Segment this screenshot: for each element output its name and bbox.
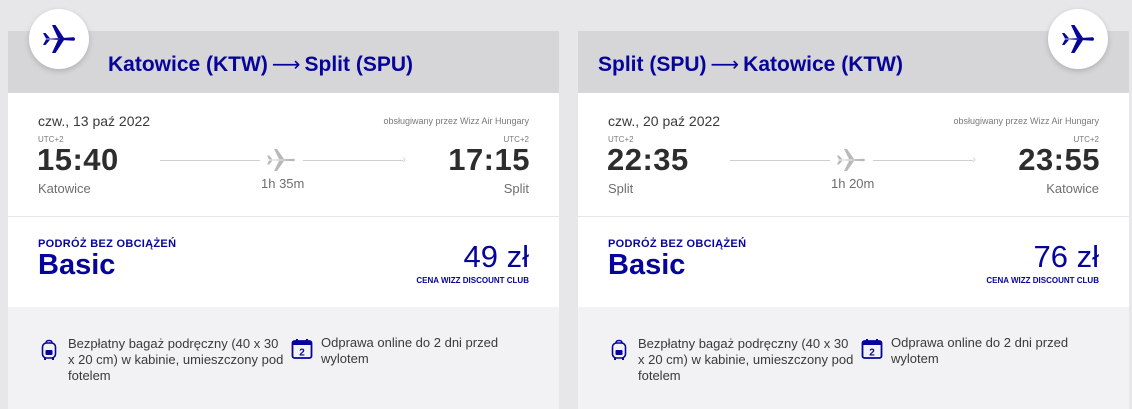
departure-city: Katowice (38, 181, 91, 196)
operated-by: obsługiwany przez Wizz Air Hungary (953, 116, 1099, 126)
fare-name: Basic (38, 249, 116, 281)
benefit-bag-text: Bezpłatny bagaż podręczny (40 x 30 x 20 … (638, 336, 854, 383)
flight-card-return[interactable]: Split (SPU) ⟶ Katowice (KTW) czw., 20 paź … (578, 9, 1129, 409)
flight-duration: 1h 35m (261, 176, 305, 191)
route-arrow: ⟶ (710, 54, 740, 76)
chevron-right-icon: › (402, 154, 406, 166)
route-origin: Katowice (KTW) (108, 53, 268, 76)
flight-details: czw., 13 paź 2022 obsługiwany przez Wizz… (8, 93, 559, 217)
benefit-checkin-text: Odprawa online do 2 dni przed wylotem (891, 335, 1069, 366)
fare-price: 76 zł (1033, 239, 1099, 274)
departure-time: 15:40 (37, 142, 119, 177)
flight-card-header: Split (SPU) ⟶ Katowice (KTW) (578, 9, 1129, 93)
airplane-badge (29, 9, 89, 69)
airplane-icon (267, 149, 295, 171)
operated-by: obsługiwany przez Wizz Air Hungary (383, 116, 529, 126)
timeline-line (160, 160, 260, 161)
route-destination: Katowice (KTW) (743, 53, 903, 76)
flight-date: czw., 20 paź 2022 (608, 113, 721, 129)
route-origin: Split (SPU) (598, 53, 707, 76)
flight-duration: 1h 20m (831, 176, 875, 191)
arrival-time: 23:55 (1018, 142, 1100, 177)
departure-city: Split (608, 181, 634, 196)
backpack-icon (41, 339, 57, 360)
benefit-checkin-text: Odprawa online do 2 dni przed wylotem (321, 335, 499, 366)
fare-price-note: CENA WIZZ DISCOUNT CLUB (986, 276, 1099, 285)
airplane-icon (1062, 25, 1094, 53)
fare-section[interactable]: PODRÓŻ BEZ OBCIĄŻEŃ Basic 76 zł CENA WIZ… (578, 217, 1129, 307)
benefit-bag: Bezpłatny bagaż podręczny (40 x 30 x 20 … (38, 336, 288, 384)
calendar-icon: 2 (291, 339, 313, 359)
benefit-checkin: 2 Odprawa online do 2 dni przed wylotem (861, 335, 1091, 367)
chevron-right-icon: › (972, 154, 976, 166)
backpack-icon (611, 339, 627, 360)
fare-price: 49 zł (463, 239, 529, 274)
calendar-icon: 2 (861, 339, 883, 359)
benefit-bag-text: Bezpłatny bagaż podręczny (40 x 30 x 20 … (68, 336, 284, 383)
flight-timeline: › (160, 149, 406, 171)
fare-name: Basic (608, 249, 686, 281)
route-title: Katowice (KTW) ⟶ Split (SPU) (108, 52, 413, 77)
arrival-time: 17:15 (448, 142, 530, 177)
timeline-line (730, 160, 830, 161)
arrival-city: Katowice (1046, 181, 1099, 196)
flight-timeline: › (730, 149, 976, 171)
flight-details: czw., 20 paź 2022 obsługiwany przez Wizz… (578, 93, 1129, 217)
timeline-line (303, 160, 403, 161)
fare-benefits: Bezpłatny bagaż podręczny (40 x 30 x 20 … (578, 307, 1129, 409)
calendar-day-number: 2 (869, 348, 875, 359)
flight-card-header: Katowice (KTW) ⟶ Split (SPU) (8, 9, 559, 93)
flight-date: czw., 13 paź 2022 (38, 113, 151, 129)
arrival-city: Split (503, 181, 529, 196)
timeline-line (873, 160, 973, 161)
flight-card-outbound[interactable]: Katowice (KTW) ⟶ Split (SPU) czw., 13 paź … (8, 9, 559, 409)
fare-price-note: CENA WIZZ DISCOUNT CLUB (416, 276, 529, 285)
airplane-badge (1048, 9, 1108, 69)
departure-time: 22:35 (607, 142, 689, 177)
benefit-bag: Bezpłatny bagaż podręczny (40 x 30 x 20 … (608, 336, 858, 384)
route-destination: Split (SPU) (304, 53, 414, 76)
calendar-day-number: 2 (299, 348, 305, 359)
benefit-checkin: 2 Odprawa online do 2 dni przed wylotem (291, 335, 521, 367)
airplane-icon (837, 149, 865, 171)
route-arrow: ⟶ (271, 54, 301, 76)
route-title: Split (SPU) ⟶ Katowice (KTW) (598, 52, 903, 77)
fare-benefits: Bezpłatny bagaż podręczny (40 x 30 x 20 … (8, 307, 559, 409)
fare-section[interactable]: PODRÓŻ BEZ OBCIĄŻEŃ Basic 49 zł CENA WIZ… (8, 217, 559, 307)
airplane-icon (43, 25, 75, 53)
